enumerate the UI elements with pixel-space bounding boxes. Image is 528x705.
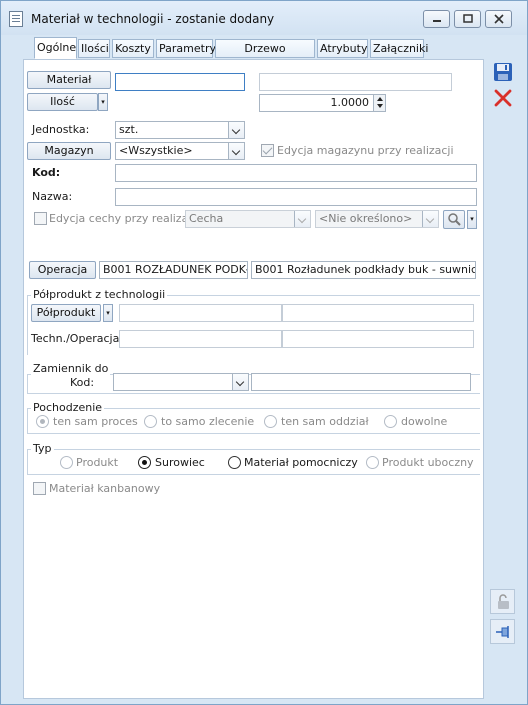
type-option-label: Materiał pomocniczy bbox=[244, 456, 358, 469]
feature-edit-checkbox[interactable] bbox=[34, 212, 47, 225]
feature-search-button[interactable] bbox=[443, 210, 465, 229]
quantity-field[interactable]: 1.0000 bbox=[259, 94, 386, 112]
operation-code-field[interactable]: B001 ROZŁADUNEK PODKŁAI bbox=[99, 261, 248, 279]
kod-label: Kod: bbox=[32, 166, 61, 179]
cancel-button[interactable] bbox=[492, 87, 514, 109]
chevron-down-icon bbox=[228, 122, 244, 138]
type-radio-product[interactable] bbox=[60, 456, 73, 469]
tab-drzewo-skladnikow[interactable]: Drzewo składników bbox=[215, 39, 315, 72]
feature-menu-button[interactable]: ▾ bbox=[467, 210, 477, 229]
origin-group-label: Pochodzenie bbox=[31, 401, 105, 414]
operation-name-field[interactable]: B001 Rozładunek podkłady buk - suwnica bbox=[251, 261, 476, 279]
semi-product-menu-button[interactable]: ▾ bbox=[103, 304, 113, 322]
chevron-down-icon bbox=[228, 143, 244, 159]
warehouse-value: <Wszystkie> bbox=[119, 144, 193, 157]
feature-select[interactable]: Cecha bbox=[185, 210, 311, 228]
kanban-checkbox[interactable] bbox=[33, 482, 46, 495]
minimize-icon bbox=[432, 20, 441, 22]
feature-value: Cecha bbox=[189, 212, 224, 225]
kod-field[interactable] bbox=[115, 164, 477, 182]
material-code-field[interactable] bbox=[115, 73, 245, 91]
origin-option-label: ten sam proces bbox=[53, 415, 138, 428]
dialog-window: Materiał w technologii - zostanie dodany… bbox=[0, 0, 528, 705]
type-radio-raw-material[interactable] bbox=[138, 456, 151, 469]
semi-product-name-field[interactable] bbox=[282, 304, 474, 322]
save-button[interactable] bbox=[492, 61, 514, 83]
operation-button[interactable]: Operacja bbox=[29, 261, 96, 279]
quantity-menu-button[interactable]: ▾ bbox=[98, 93, 108, 111]
semi-product-code-field[interactable] bbox=[119, 304, 282, 322]
feature-option-value: <Nie określono> bbox=[319, 212, 413, 225]
tab-koszty[interactable]: Koszty bbox=[112, 39, 154, 58]
search-icon bbox=[448, 213, 461, 226]
type-option-label: Produkt uboczny bbox=[382, 456, 474, 469]
red-x-icon bbox=[494, 89, 512, 107]
warehouse-select[interactable]: <Wszystkie> bbox=[115, 142, 245, 160]
chevron-down-icon bbox=[294, 211, 310, 227]
document-icon bbox=[9, 11, 23, 27]
substitute-group-label: Zamiennik do bbox=[31, 362, 111, 375]
minimize-button[interactable] bbox=[423, 10, 450, 28]
lock-button[interactable] bbox=[490, 589, 515, 614]
type-option-label: Produkt bbox=[76, 456, 119, 469]
origin-option-label: dowolne bbox=[401, 415, 448, 428]
maximize-icon bbox=[462, 14, 473, 23]
type-option-label: Surowiec bbox=[155, 456, 205, 469]
tech-operation-field[interactable] bbox=[282, 330, 474, 348]
quantity-button[interactable]: Ilość bbox=[27, 93, 98, 111]
substitute-kod-label: Kod: bbox=[70, 376, 95, 389]
title-bar: Materiał w technologii - zostanie dodany bbox=[1, 1, 527, 35]
lock-icon bbox=[497, 593, 509, 609]
feature-edit-label: Edycja cechy przy realizacji bbox=[49, 212, 201, 225]
warehouse-button[interactable]: Magazyn bbox=[27, 142, 111, 160]
type-group-label: Typ bbox=[31, 442, 54, 455]
nazwa-field[interactable] bbox=[115, 188, 477, 206]
semi-product-button[interactable]: Półprodukt bbox=[31, 304, 101, 322]
tab-zalaczniki[interactable]: Załączniki bbox=[370, 39, 428, 58]
warehouse-edit-checkbox[interactable] bbox=[261, 144, 274, 157]
unit-value: szt. bbox=[119, 123, 139, 136]
nazwa-label: Nazwa: bbox=[32, 190, 73, 203]
origin-option-label: ten sam oddział bbox=[281, 415, 369, 428]
substitute-kod-select[interactable] bbox=[113, 373, 249, 391]
tech-operation-label: Techn./Operacja: bbox=[31, 332, 124, 345]
chevron-down-icon bbox=[422, 211, 438, 227]
type-radio-by-product[interactable] bbox=[366, 456, 379, 469]
type-radio-auxiliary-material[interactable] bbox=[228, 456, 241, 469]
origin-radio-same-process[interactable] bbox=[36, 415, 49, 428]
origin-radio-same-branch[interactable] bbox=[264, 415, 277, 428]
quantity-value: 1.0000 bbox=[330, 96, 370, 109]
origin-radio-same-order[interactable] bbox=[144, 415, 157, 428]
tab-atrybuty[interactable]: Atrybuty bbox=[317, 39, 368, 58]
maximize-button[interactable] bbox=[454, 10, 481, 28]
tab-parametry[interactable]: Parametry bbox=[156, 39, 216, 58]
substitute-name-field[interactable] bbox=[251, 373, 471, 391]
unit-select[interactable]: szt. bbox=[115, 121, 245, 139]
window-title: Materiał w technologii - zostanie dodany bbox=[31, 12, 275, 26]
semi-product-group-label: Półprodukt z technologii bbox=[31, 288, 168, 301]
tab-ogolne[interactable]: Ogólne bbox=[34, 37, 77, 59]
close-icon bbox=[493, 14, 504, 24]
tab-ilosci[interactable]: Ilości bbox=[78, 39, 110, 58]
floppy-disk-icon bbox=[494, 63, 512, 81]
quantity-spinner[interactable] bbox=[373, 95, 385, 111]
material-button[interactable]: Materiał bbox=[27, 71, 111, 89]
general-panel: Materiał Ilość ▾ 1.0000 Jednostka: szt. … bbox=[23, 59, 484, 699]
kanban-label: Materiał kanbanowy bbox=[49, 482, 161, 495]
chevron-down-icon bbox=[232, 374, 248, 390]
origin-option-label: to samo zlecenie bbox=[161, 415, 255, 428]
origin-radio-any[interactable] bbox=[384, 415, 397, 428]
warehouse-edit-label: Edycja magazynu przy realizacji bbox=[277, 144, 454, 157]
unit-label: Jednostka: bbox=[32, 123, 90, 136]
pin-icon bbox=[495, 625, 509, 638]
tech-code-field[interactable] bbox=[119, 330, 282, 348]
material-name-field[interactable] bbox=[259, 73, 452, 91]
pin-button[interactable] bbox=[490, 619, 515, 644]
close-button[interactable] bbox=[485, 10, 512, 28]
feature-option-select[interactable]: <Nie określono> bbox=[315, 210, 439, 228]
